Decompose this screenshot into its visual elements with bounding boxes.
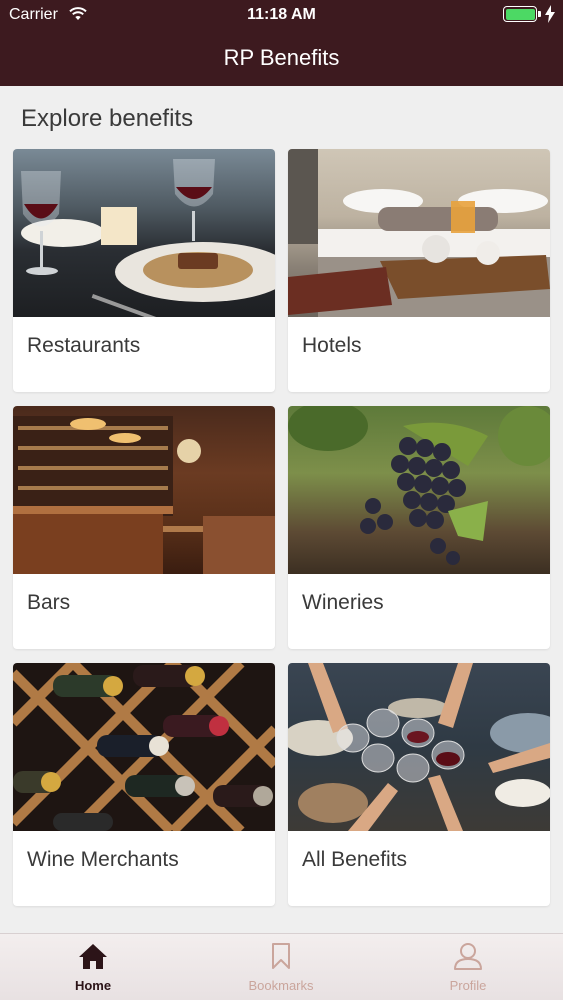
navigation-bar: RP Benefits bbox=[0, 30, 563, 86]
profile-icon bbox=[454, 943, 482, 970]
battery-icon bbox=[503, 6, 537, 22]
tab-home[interactable]: Home bbox=[23, 942, 163, 993]
card-all-benefits[interactable]: All Benefits bbox=[288, 663, 550, 906]
tab-profile[interactable]: Profile bbox=[398, 942, 538, 993]
tab-label: Profile bbox=[449, 978, 487, 993]
card-label: Bars bbox=[27, 591, 71, 614]
card-label: Hotels bbox=[302, 334, 362, 357]
card-label: Wineries bbox=[302, 591, 384, 614]
status-bar: Carrier 11:18 AM bbox=[0, 0, 563, 30]
bookmark-icon bbox=[272, 943, 290, 969]
tab-label: Bookmarks bbox=[248, 978, 314, 993]
toast-photo bbox=[288, 663, 550, 831]
card-bars[interactable]: Bars bbox=[13, 406, 275, 649]
benefits-grid: Restaurants Hotels Bars Wineries Wine Me… bbox=[13, 149, 550, 906]
card-wine-merchants[interactable]: Wine Merchants bbox=[13, 663, 275, 906]
restaurant-photo bbox=[13, 149, 275, 317]
card-label: All Benefits bbox=[302, 848, 408, 871]
bar-photo bbox=[13, 406, 275, 574]
tab-bookmarks[interactable]: Bookmarks bbox=[211, 942, 351, 993]
wine-rack-photo bbox=[13, 663, 275, 831]
winery-photo bbox=[288, 406, 550, 574]
card-wineries[interactable]: Wineries bbox=[288, 406, 550, 649]
tab-label: Home bbox=[74, 978, 112, 993]
hotel-photo bbox=[288, 149, 550, 317]
card-label: Restaurants bbox=[27, 334, 141, 357]
page-title: RP Benefits bbox=[223, 45, 340, 70]
charging-bolt-icon bbox=[545, 5, 555, 23]
tab-bar: Home Bookmarks Profile bbox=[0, 933, 563, 1000]
card-hotels[interactable]: Hotels bbox=[288, 149, 550, 392]
section-heading: Explore benefits bbox=[21, 105, 194, 132]
card-label: Wine Merchants bbox=[27, 848, 179, 871]
card-restaurants[interactable]: Restaurants bbox=[13, 149, 275, 392]
status-time: 11:18 AM bbox=[247, 6, 316, 23]
home-icon bbox=[79, 944, 107, 969]
